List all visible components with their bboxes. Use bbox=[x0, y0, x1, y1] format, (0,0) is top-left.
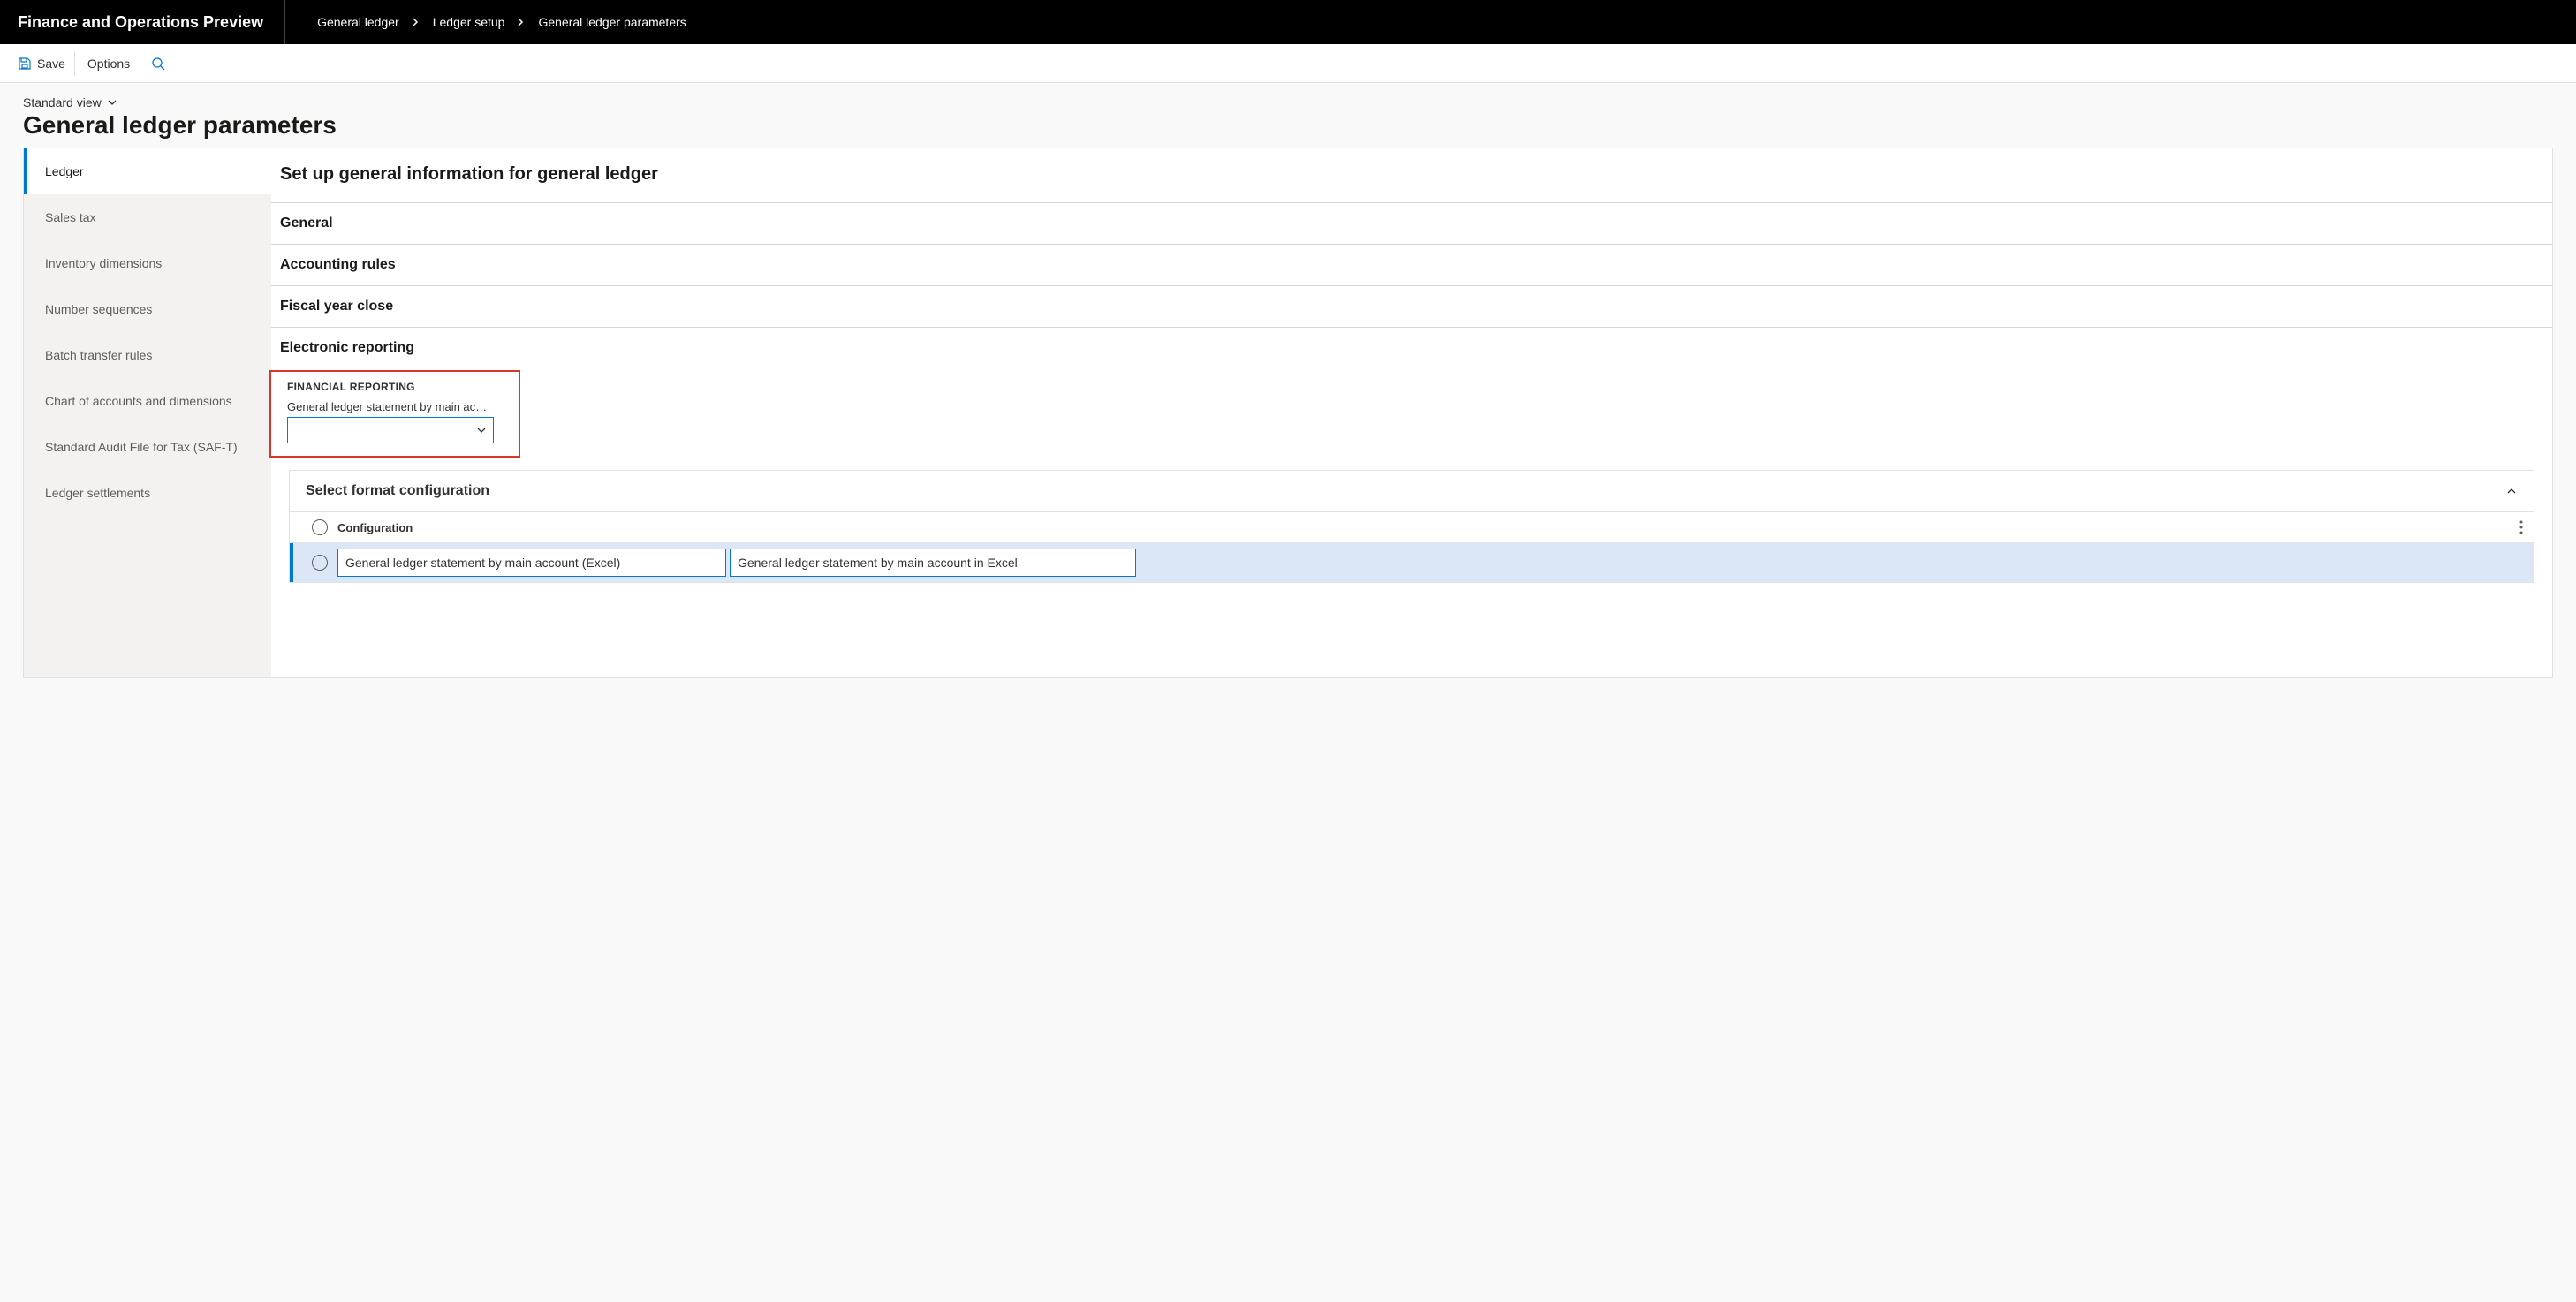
sidenav-item-inventory-dimensions[interactable]: Inventory dimensions bbox=[24, 240, 271, 286]
section-general[interactable]: General bbox=[271, 202, 2552, 244]
page-header: Standard view General ledger parameters bbox=[0, 83, 2576, 148]
financial-reporting-group-label: FINANCIAL REPORTING bbox=[287, 381, 503, 393]
radio-icon bbox=[312, 519, 328, 535]
page-title: General ledger parameters bbox=[23, 111, 2553, 140]
breadcrumb-item-0[interactable]: General ledger bbox=[317, 15, 399, 29]
section-fiscal-year-close[interactable]: Fiscal year close bbox=[271, 285, 2552, 327]
search-button[interactable] bbox=[142, 51, 174, 76]
chevron-down-icon bbox=[107, 97, 117, 108]
top-bar: Finance and Operations Preview General l… bbox=[0, 0, 2576, 44]
grid-row[interactable]: General ledger statement by main account… bbox=[290, 543, 2534, 582]
breadcrumb: General ledger Ledger setup General ledg… bbox=[285, 15, 686, 29]
grid-header-row: Configuration bbox=[290, 511, 2534, 543]
financial-reporting-highlight: FINANCIAL REPORTING General ledger state… bbox=[269, 370, 520, 458]
row-config-description[interactable]: General ledger statement by main account… bbox=[730, 549, 1136, 577]
breadcrumb-item-2[interactable]: General ledger parameters bbox=[538, 15, 686, 29]
sidenav-item-batch-transfer-rules[interactable]: Batch transfer rules bbox=[24, 332, 271, 378]
main-panel: Set up general information for general l… bbox=[271, 148, 2552, 677]
format-config-dropdown: Select format configuration Configuratio… bbox=[289, 470, 2534, 583]
section-accounting-rules[interactable]: Accounting rules bbox=[271, 244, 2552, 285]
chevron-right-icon bbox=[517, 18, 526, 26]
radio-icon bbox=[312, 555, 328, 571]
sidenav-item-sales-tax[interactable]: Sales tax bbox=[24, 194, 271, 240]
app-title: Finance and Operations Preview bbox=[18, 0, 285, 44]
panel-title: Set up general information for general l… bbox=[271, 164, 2552, 202]
breadcrumb-item-1[interactable]: Ledger setup bbox=[433, 15, 505, 29]
select-all-radio[interactable] bbox=[302, 519, 337, 535]
sidenav-item-saf-t[interactable]: Standard Audit File for Tax (SAF-T) bbox=[24, 424, 271, 470]
section-electronic-reporting[interactable]: Electronic reporting bbox=[271, 327, 2552, 368]
options-button[interactable]: Options bbox=[79, 51, 139, 76]
column-header-configuration[interactable]: Configuration bbox=[337, 521, 726, 534]
side-nav: Ledger Sales tax Inventory dimensions Nu… bbox=[24, 148, 271, 677]
row-radio[interactable] bbox=[302, 555, 337, 571]
options-label: Options bbox=[87, 57, 130, 71]
view-label: Standard view bbox=[23, 95, 102, 110]
row-config-name[interactable]: General ledger statement by main account… bbox=[337, 549, 726, 577]
sidenav-item-ledger-settlements[interactable]: Ledger settlements bbox=[24, 470, 271, 516]
format-config-title: Select format configuration bbox=[306, 483, 489, 499]
action-bar: Save Options bbox=[0, 44, 2576, 83]
gl-statement-field-label: General ledger statement by main acc... bbox=[287, 400, 490, 413]
sidenav-item-number-sequences[interactable]: Number sequences bbox=[24, 286, 271, 332]
chevron-up-icon bbox=[2505, 485, 2518, 497]
view-selector[interactable]: Standard view bbox=[23, 95, 2553, 110]
sidenav-item-ledger[interactable]: Ledger bbox=[24, 148, 271, 194]
save-label: Save bbox=[37, 57, 65, 71]
gl-statement-input[interactable] bbox=[287, 417, 494, 443]
save-icon bbox=[18, 57, 32, 71]
gl-statement-select[interactable] bbox=[287, 417, 494, 443]
more-options-button[interactable] bbox=[2519, 520, 2523, 534]
search-icon bbox=[151, 57, 165, 71]
sidenav-item-chart-of-accounts[interactable]: Chart of accounts and dimensions bbox=[24, 378, 271, 424]
content-wrap: Ledger Sales tax Inventory dimensions Nu… bbox=[23, 148, 2553, 678]
save-button[interactable]: Save bbox=[9, 51, 75, 76]
format-config-header[interactable]: Select format configuration bbox=[290, 471, 2534, 511]
chevron-right-icon bbox=[412, 18, 420, 26]
